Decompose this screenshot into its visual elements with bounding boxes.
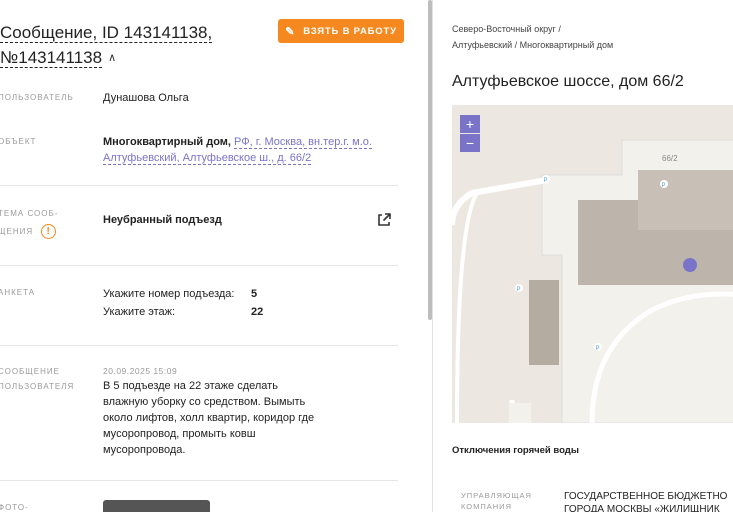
map[interactable]: P P P P 66/2 + − bbox=[452, 105, 733, 423]
photo-thumbnail[interactable] bbox=[103, 500, 210, 512]
location-panel: Северо-Восточный округ / Алтуфьевский / … bbox=[433, 0, 733, 512]
svg-text:P: P bbox=[517, 287, 521, 293]
divider bbox=[0, 480, 398, 481]
svg-text:P: P bbox=[662, 183, 666, 189]
breadcrumb-line2: Алтуфьевский / Многоквартирный дом bbox=[452, 40, 614, 50]
chevron-up-icon[interactable]: ∧ bbox=[108, 52, 116, 64]
form-values: Укажите номер подъезда: 5 Укажите этаж: … bbox=[103, 285, 263, 321]
mc-value-line1: ГОСУДАРСТВЕННОЕ БЮДЖЕТНО bbox=[564, 491, 728, 502]
svg-text:P: P bbox=[596, 346, 600, 352]
pencil-icon: ✎ bbox=[285, 25, 296, 38]
object-type: Многоквартирный дом, bbox=[103, 136, 231, 148]
mc-label-line1: УПРАВЛЯЮЩАЯ bbox=[461, 491, 532, 500]
divider bbox=[0, 185, 398, 186]
form-answer: 22 bbox=[251, 306, 264, 318]
title-part2: №143141138 bbox=[0, 48, 103, 68]
title-part1: Сообщение, ID 143141138, bbox=[0, 23, 213, 43]
user-label: ПОЛЬЗОВАТЕЛЬ bbox=[0, 93, 74, 102]
request-details-panel: Сообщение, ID 143141138, №143141138 ∧ ✎ В… bbox=[0, 0, 430, 512]
form-item: Укажите этаж: 22 bbox=[103, 303, 263, 321]
object-label: ОБЪЕКТ bbox=[0, 137, 37, 146]
form-question: Укажите номер подъезда: bbox=[103, 288, 235, 300]
take-to-work-button[interactable]: ✎ ВЗЯТЬ В РАБОТУ bbox=[278, 19, 404, 43]
breadcrumb-line1: Северо-Восточный округ / bbox=[452, 24, 561, 34]
map-house-label: 66/2 bbox=[662, 154, 678, 163]
message-label-line1: СООБЩЕНИЕ bbox=[0, 367, 60, 376]
divider bbox=[0, 265, 398, 266]
mc-label-line2: КОМПАНИЯ bbox=[461, 502, 512, 511]
address-title: Алтуфьевское шоссе, дом 66/2 bbox=[452, 73, 684, 90]
zoom-out-button[interactable]: − bbox=[460, 134, 480, 152]
external-link-icon[interactable] bbox=[376, 212, 392, 228]
message-body: 20.09.2025 15:09 В 5 подъезде на 22 этаж… bbox=[103, 364, 323, 458]
message-text: В 5 подъезде на 22 этаже сделать влажную… bbox=[103, 380, 315, 456]
page-title: Сообщение, ID 143141138, №143141138 ∧ bbox=[0, 20, 250, 71]
svg-text:P: P bbox=[544, 178, 548, 184]
message-date: 20.09.2025 15:09 bbox=[103, 366, 178, 376]
breadcrumb: Северо-Восточный округ / Алтуфьевский / … bbox=[452, 21, 613, 53]
topic-label-line1: ТЕМА СООБ- bbox=[0, 209, 59, 218]
management-company-value: ГОСУДАРСТВЕННОЕ БЮДЖЕТНО ГОРОДА МОСКВЫ «… bbox=[564, 490, 727, 512]
topic-label-line2: ЩЕНИЯ bbox=[0, 227, 34, 236]
divider bbox=[0, 345, 398, 346]
message-label: СООБЩЕНИЕ ПОЛЬЗОВАТЕЛЯ bbox=[0, 364, 90, 394]
form-label: АНКЕТА bbox=[0, 288, 36, 297]
zoom-controls: + − bbox=[460, 115, 480, 153]
management-company-label: УПРАВЛЯЮЩАЯ КОМПАНИЯ bbox=[461, 490, 532, 512]
map-canvas: P P P P 66/2 bbox=[452, 105, 733, 423]
form-question: Укажите этаж: bbox=[103, 306, 176, 318]
user-value: Дунашова Ольга bbox=[103, 92, 189, 104]
message-label-line2: ПОЛЬЗОВАТЕЛЯ bbox=[0, 382, 75, 391]
photo-label: ФОТО- bbox=[0, 503, 29, 512]
topic-label: ТЕМА СООБ- ЩЕНИЯ! bbox=[0, 206, 90, 243]
form-item: Укажите номер подъезда: 5 bbox=[103, 285, 263, 303]
form-answer: 5 bbox=[251, 288, 258, 300]
warning-icon: ! bbox=[41, 224, 57, 240]
topic-value: Неубранный подъезд bbox=[103, 214, 222, 226]
mc-value-line2: ГОРОДА МОСКВЫ «ЖИЛИЩНИК bbox=[564, 504, 720, 512]
zoom-in-button[interactable]: + bbox=[460, 115, 480, 133]
hot-water-title: Отключения горячей воды bbox=[452, 445, 579, 456]
take-to-work-label: ВЗЯТЬ В РАБОТУ bbox=[303, 25, 397, 37]
object-value: Многоквартирный дом, РФ, г. Москва, вн.т… bbox=[103, 134, 388, 166]
